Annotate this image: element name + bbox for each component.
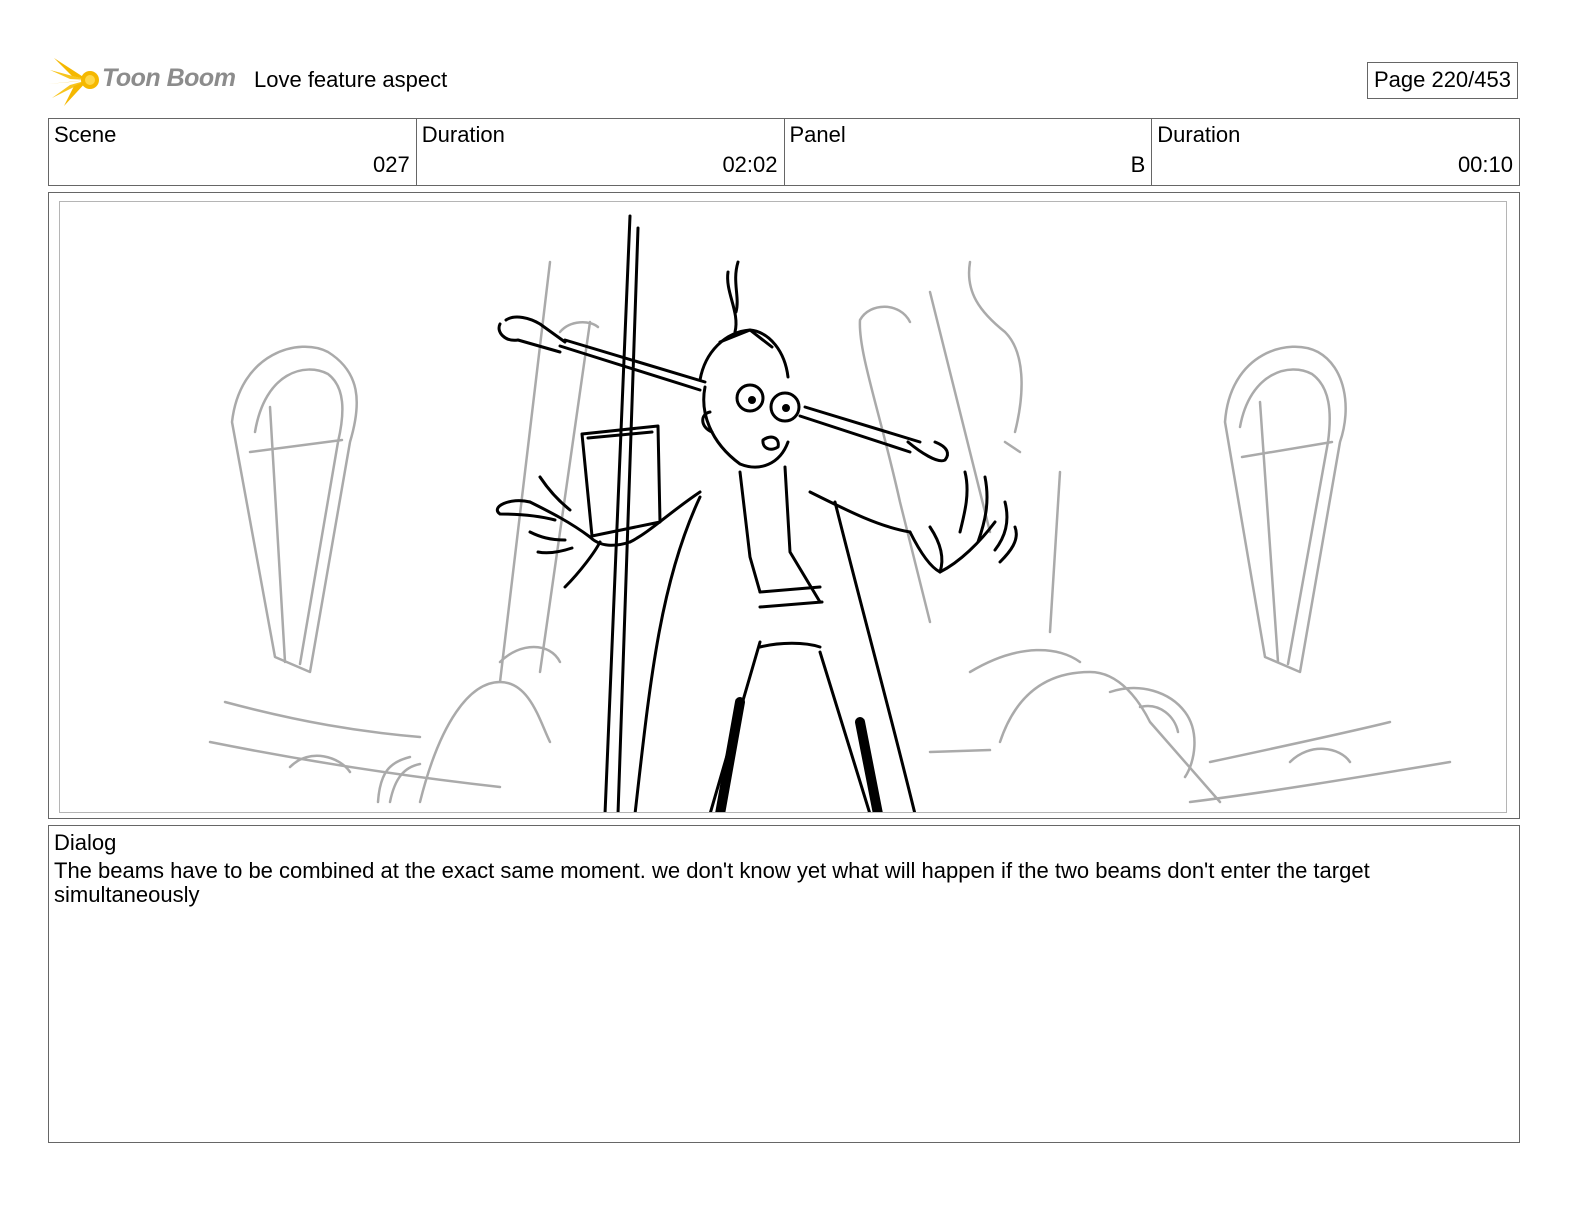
storyboard-panel: [48, 192, 1520, 819]
dialog-text: The beams have to be combined at the exa…: [54, 858, 1370, 907]
panel-sketch: [208, 214, 1452, 812]
dialog-box: Dialog The beams have to be combined at …: [48, 825, 1520, 1143]
scene-label: Scene: [54, 122, 117, 147]
panel-duration-cell: Duration 00:10: [1152, 119, 1519, 185]
logo-wordmark: Toon Boom: [102, 64, 236, 92]
project-title: Love feature aspect: [254, 67, 448, 92]
background-sketch: [208, 260, 1452, 804]
scene-duration-value: 02:02: [722, 152, 778, 177]
logo-burst-icon: [48, 58, 99, 106]
toon-boom-logo: Toon Boom: [48, 52, 238, 108]
scene-info-table: Scene 027 Duration 02:02 Panel B Duratio…: [48, 118, 1520, 186]
character-sketch: [496, 214, 1018, 812]
scene-duration-cell: Duration 02:02: [417, 119, 785, 185]
scene-value: 027: [373, 152, 410, 177]
scene-cell: Scene 027: [49, 119, 417, 185]
panel-duration-value: 00:10: [1457, 152, 1513, 177]
page-indicator: Page 220/453: [1366, 62, 1518, 99]
panel-value: B: [1130, 152, 1146, 177]
panel-image: [59, 201, 1507, 813]
dialog-label: Dialog: [54, 830, 117, 855]
panel-cell: Panel B: [785, 119, 1153, 185]
panel-duration-label: Duration: [1157, 122, 1241, 147]
scene-duration-label: Duration: [421, 122, 505, 147]
page-header: Toon Boom Love feature aspect Page 220/4…: [48, 52, 1520, 108]
panel-label: Panel: [789, 122, 846, 147]
